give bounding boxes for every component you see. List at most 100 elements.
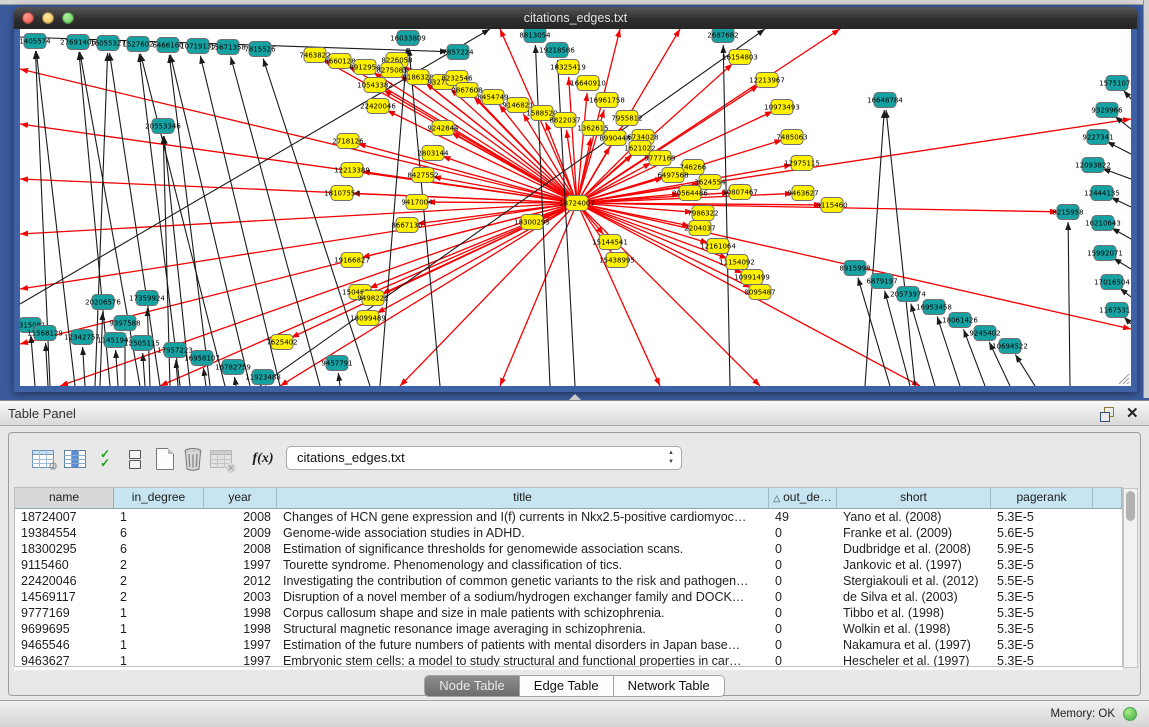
graph-node[interactable]: 18107554 xyxy=(324,186,360,201)
graph-edge[interactable] xyxy=(452,133,577,203)
graph-node[interactable]: 8095487 xyxy=(744,285,775,300)
table-cell[interactable]: 5.3E-5 xyxy=(991,605,1093,621)
graph-edge[interactable] xyxy=(911,304,935,386)
graph-node[interactable]: 22420046 xyxy=(360,99,396,114)
graph-edge[interactable] xyxy=(338,373,340,386)
table-scrollbar[interactable] xyxy=(1123,488,1138,668)
table-cell[interactable]: Tourette syndrome. Phenomenology and cla… xyxy=(277,557,769,573)
graph-edge[interactable] xyxy=(1114,258,1131,269)
graph-edge[interactable] xyxy=(20,203,577,234)
graph-node[interactable]: 2687682 xyxy=(707,29,738,43)
delete-table-button[interactable]: ✕ xyxy=(207,445,235,473)
table-row[interactable]: 911546021997Tourette syndrome. Phenomeno… xyxy=(15,557,1122,573)
table-cell[interactable]: Nakamura et al. (1997) xyxy=(837,637,991,653)
graph-edge[interactable] xyxy=(865,110,884,386)
table-cell[interactable]: Jankovic et al. (1997) xyxy=(837,557,991,573)
network-canvas[interactable]: 1872400714055742769140616055327152760264… xyxy=(20,29,1131,386)
table-cell[interactable]: Wolkin et al. (1998) xyxy=(837,621,991,637)
table-cell[interactable]: 1997 xyxy=(204,557,277,573)
graph-node[interactable]: 6497568 xyxy=(657,168,688,183)
graph-node[interactable]: 16640910 xyxy=(570,76,606,91)
graph-node[interactable]: 20553346 xyxy=(145,119,181,134)
table-row[interactable]: 2242004622012Investigating the contribut… xyxy=(15,573,1122,589)
graph-node[interactable]: 15992071 xyxy=(1087,246,1123,261)
graph-node[interactable]: 12444135 xyxy=(1084,186,1120,201)
graph-node[interactable]: 2718126 xyxy=(332,134,364,149)
graph-node[interactable]: 15751074 xyxy=(1099,76,1131,91)
graph-node[interactable]: 7625402 xyxy=(266,335,297,350)
graph-edge[interactable] xyxy=(558,60,575,386)
table-cell[interactable]: Stergiakouli et al. (2012) xyxy=(837,573,991,589)
graph-node[interactable]: 8915998 xyxy=(839,261,870,276)
table-cell[interactable]: 0 xyxy=(769,573,837,589)
table-row[interactable]: 977716911998Corpus callosum shape and si… xyxy=(15,605,1122,621)
table-cell[interactable]: 18724007 xyxy=(15,509,114,525)
graph-node[interactable]: 7986322 xyxy=(687,206,718,221)
table-cell[interactable]: 1 xyxy=(114,605,204,621)
table-cell[interactable]: 2009 xyxy=(204,525,277,541)
graph-node[interactable]: 16782759 xyxy=(215,360,251,375)
graph-node[interactable]: 8215958 xyxy=(1052,205,1083,220)
table-cell[interactable]: 1998 xyxy=(204,605,277,621)
table-cell[interactable]: 0 xyxy=(769,637,837,653)
graph-node[interactable]: 10807467 xyxy=(722,185,758,200)
table-cell[interactable]: 2012 xyxy=(204,573,277,589)
table-row[interactable]: 1830029562008Estimation of significance … xyxy=(15,541,1122,557)
column-header-year[interactable]: year xyxy=(204,488,277,508)
table-cell[interactable]: 5.6E-5 xyxy=(991,525,1093,541)
graph-node[interactable]: 8990448 xyxy=(599,131,630,146)
graph-node[interactable]: 9245402 xyxy=(969,326,1000,341)
graph-node[interactable]: 17016504 xyxy=(1094,275,1130,290)
graph-node[interactable]: 11675318 xyxy=(1099,303,1131,318)
graph-edge[interactable] xyxy=(116,350,118,386)
graph-edge[interactable] xyxy=(83,347,85,386)
column-header-out_de[interactable]: △out_de… xyxy=(769,488,837,508)
table-cell[interactable]: 1 xyxy=(114,637,204,653)
graph-edge[interactable] xyxy=(577,203,660,386)
graph-node[interactable]: 7857224 xyxy=(442,45,474,60)
graph-edge[interactable] xyxy=(400,203,577,386)
table-cell[interactable]: 0 xyxy=(769,621,837,637)
graph-edge[interactable] xyxy=(1115,116,1131,129)
graph-node[interactable]: 9115460 xyxy=(816,198,847,213)
resize-grip-icon[interactable] xyxy=(1116,371,1130,385)
graph-node[interactable]: 19166827 xyxy=(334,253,370,268)
graph-edge[interactable] xyxy=(1107,142,1131,154)
table-cell[interactable]: 1998 xyxy=(204,621,277,637)
graph-node[interactable]: 20206576 xyxy=(85,295,121,310)
column-header-title[interactable]: title xyxy=(277,488,769,508)
graph-svg[interactable]: 1872400714055742769140616055327152760264… xyxy=(20,29,1131,386)
graph-node[interactable]: 2803144 xyxy=(417,146,449,161)
table-cell[interactable]: 14569117 xyxy=(15,589,114,605)
graph-node[interactable]: 9777169 xyxy=(644,151,675,166)
table-cell[interactable]: 5.3E-5 xyxy=(991,589,1093,605)
graph-node[interactable]: 18099489 xyxy=(350,311,386,326)
table-cell[interactable]: Estimation of significance thresholds fo… xyxy=(277,541,769,557)
graph-node[interactable]: 10543382 xyxy=(357,78,393,93)
graph-node[interactable]: 16953458 xyxy=(916,300,952,315)
graph-edge[interactable] xyxy=(1068,222,1070,386)
table-cell[interactable]: 0 xyxy=(769,541,837,557)
table-cell[interactable]: 49 xyxy=(769,509,837,525)
graph-edge[interactable] xyxy=(1120,288,1131,297)
table-cell[interactable]: 9465546 xyxy=(15,637,114,653)
graph-node[interactable]: 8667130 xyxy=(391,218,422,233)
row-height-button[interactable] xyxy=(121,445,149,473)
graph-node[interactable]: 8822037 xyxy=(549,113,580,128)
graph-node[interactable]: 9397588 xyxy=(109,316,140,331)
graph-edge[interactable] xyxy=(1111,197,1131,207)
table-cell[interactable]: 5.3E-5 xyxy=(991,621,1093,637)
graph-edge[interactable] xyxy=(169,55,210,386)
graph-node[interactable]: 8813054 xyxy=(519,29,551,43)
table-cell[interactable]: 2 xyxy=(114,573,204,589)
table-row[interactable]: 946554611997Estimation of the future num… xyxy=(15,637,1122,653)
table-cell[interactable]: 9115460 xyxy=(15,557,114,573)
table-cell[interactable]: 6 xyxy=(114,525,204,541)
graph-node[interactable]: 9329966 xyxy=(1091,103,1123,118)
table-settings-button[interactable]: ⚙ xyxy=(29,445,57,473)
table-cell[interactable]: 2008 xyxy=(204,541,277,557)
table-cell[interactable]: 5.3E-5 xyxy=(991,557,1093,573)
graph-node[interactable]: 6466160 xyxy=(152,38,183,53)
table-cell[interactable]: Structural magnetic resonance image aver… xyxy=(277,621,769,637)
table-cell[interactable]: 1 xyxy=(114,509,204,525)
